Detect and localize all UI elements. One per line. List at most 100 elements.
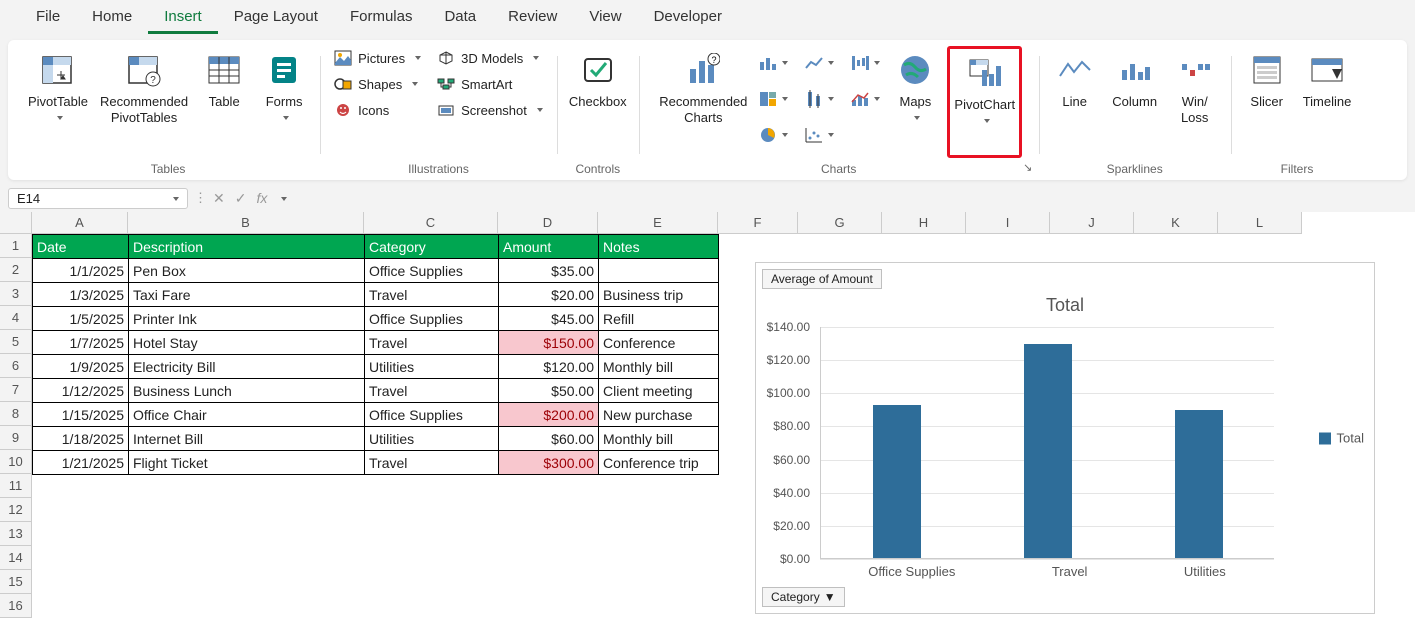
row-header-5[interactable]: 5: [0, 330, 32, 354]
cell[interactable]: Office Supplies: [365, 403, 499, 427]
cell[interactable]: Monthly bill: [599, 355, 719, 379]
cell[interactable]: Travel: [365, 379, 499, 403]
cell[interactable]: 1/15/2025: [33, 403, 129, 427]
cell[interactable]: Client meeting: [599, 379, 719, 403]
cells-area[interactable]: DateDescriptionCategoryAmountNotes 1/1/2…: [32, 234, 1415, 618]
cell[interactable]: New purchase: [599, 403, 719, 427]
row-header-3[interactable]: 3: [0, 282, 32, 306]
col-header-K[interactable]: K: [1134, 212, 1218, 234]
cell[interactable]: $150.00: [499, 331, 599, 355]
bar-office-supplies[interactable]: [873, 405, 921, 558]
table-row[interactable]: 1/18/2025Internet BillUtilities$60.00Mon…: [33, 427, 719, 451]
charts-dialog-launcher[interactable]: ↘: [1021, 160, 1035, 174]
col-header-D[interactable]: D: [498, 212, 598, 234]
table-row[interactable]: 1/15/2025Office ChairOffice Supplies$200…: [33, 403, 719, 427]
menu-review[interactable]: Review: [492, 2, 573, 34]
table-row[interactable]: 1/21/2025Flight TicketTravel$300.00Confe…: [33, 451, 719, 475]
screenshot-button[interactable]: Screenshot: [431, 98, 549, 122]
cell[interactable]: Utilities: [365, 355, 499, 379]
cell[interactable]: Printer Ink: [129, 307, 365, 331]
pivottable-button[interactable]: PivotTable: [24, 46, 92, 158]
line-chart-button[interactable]: [801, 46, 837, 80]
cell[interactable]: $20.00: [499, 283, 599, 307]
cell[interactable]: 1/21/2025: [33, 451, 129, 475]
cancel-formula-button[interactable]: ✕: [213, 190, 225, 207]
recommended-pivottables-button[interactable]: ? Recommended PivotTables: [96, 46, 192, 158]
cell[interactable]: [599, 259, 719, 283]
cell[interactable]: Hotel Stay: [129, 331, 365, 355]
row-header-1[interactable]: 1: [0, 234, 32, 258]
cell[interactable]: $120.00: [499, 355, 599, 379]
cell[interactable]: $35.00: [499, 259, 599, 283]
menu-developer[interactable]: Developer: [638, 2, 738, 34]
combo-chart-button[interactable]: [847, 82, 883, 116]
row-header-13[interactable]: 13: [0, 522, 32, 546]
cell[interactable]: Office Chair: [129, 403, 365, 427]
pivot-chart[interactable]: Average of Amount Total $0.00$20.00$40.0…: [755, 262, 1375, 614]
sparkline-column-button[interactable]: Column: [1107, 46, 1163, 158]
table-row[interactable]: 1/3/2025Taxi FareTravel$20.00Business tr…: [33, 283, 719, 307]
col-header-L[interactable]: L: [1218, 212, 1302, 234]
col-header-B[interactable]: B: [128, 212, 364, 234]
row-header-14[interactable]: 14: [0, 546, 32, 570]
menu-file[interactable]: File: [20, 2, 76, 34]
cell[interactable]: $300.00: [499, 451, 599, 475]
cell[interactable]: $45.00: [499, 307, 599, 331]
recommended-charts-button[interactable]: ? Recommended Charts: [655, 46, 751, 158]
pivotchart-button[interactable]: PivotChart: [947, 46, 1022, 158]
cell[interactable]: 1/9/2025: [33, 355, 129, 379]
shapes-button[interactable]: Shapes: [328, 72, 427, 96]
row-header-15[interactable]: 15: [0, 570, 32, 594]
row-header-16[interactable]: 16: [0, 594, 32, 618]
cell[interactable]: Business Lunch: [129, 379, 365, 403]
name-box[interactable]: E14: [8, 188, 188, 209]
forms-button[interactable]: Forms: [256, 46, 312, 158]
sparkline-winloss-button[interactable]: Win/ Loss: [1167, 46, 1223, 158]
col-header-C[interactable]: C: [364, 212, 498, 234]
bar-utilities[interactable]: [1175, 410, 1223, 559]
table-row[interactable]: 1/7/2025Hotel StayTravel$150.00Conferenc…: [33, 331, 719, 355]
cell[interactable]: Pen Box: [129, 259, 365, 283]
table-row[interactable]: 1/1/2025Pen BoxOffice Supplies$35.00: [33, 259, 719, 283]
cell[interactable]: Flight Ticket: [129, 451, 365, 475]
chart-legend[interactable]: Total: [1319, 431, 1364, 446]
table-row[interactable]: 1/5/2025Printer InkOffice Supplies$45.00…: [33, 307, 719, 331]
pie-chart-button[interactable]: [755, 118, 791, 152]
row-header-9[interactable]: 9: [0, 426, 32, 450]
col-header-I[interactable]: I: [966, 212, 1050, 234]
spreadsheet-grid[interactable]: ABCDEFGHIJKL 12345678910111213141516 Dat…: [0, 212, 1415, 629]
plot-area[interactable]: [820, 327, 1274, 559]
waterfall-chart-button[interactable]: [847, 46, 883, 80]
cell[interactable]: 1/7/2025: [33, 331, 129, 355]
cell[interactable]: Internet Bill: [129, 427, 365, 451]
row-header-12[interactable]: 12: [0, 498, 32, 522]
formula-input[interactable]: [293, 191, 1407, 206]
cell[interactable]: Conference: [599, 331, 719, 355]
smartart-button[interactable]: SmartArt: [431, 72, 549, 96]
sparkline-line-button[interactable]: Line: [1047, 46, 1103, 158]
cell[interactable]: Taxi Fare: [129, 283, 365, 307]
bar-travel[interactable]: [1024, 344, 1072, 559]
icons-button[interactable]: Icons: [328, 98, 427, 122]
cell[interactable]: Office Supplies: [365, 259, 499, 283]
menu-data[interactable]: Data: [428, 2, 492, 34]
menu-home[interactable]: Home: [76, 2, 148, 34]
col-header-A[interactable]: A: [32, 212, 128, 234]
table-button[interactable]: Table: [196, 46, 252, 158]
row-header-11[interactable]: 11: [0, 474, 32, 498]
cell[interactable]: Travel: [365, 451, 499, 475]
values-field-pill[interactable]: Average of Amount: [762, 269, 882, 289]
row-header-6[interactable]: 6: [0, 354, 32, 378]
cell[interactable]: 1/3/2025: [33, 283, 129, 307]
cell[interactable]: 1/1/2025: [33, 259, 129, 283]
enter-formula-button[interactable]: ✓: [235, 190, 247, 207]
3d-models-button[interactable]: 3D Models: [431, 46, 549, 70]
cell[interactable]: Travel: [365, 331, 499, 355]
timeline-button[interactable]: Timeline: [1299, 46, 1356, 158]
cell[interactable]: $200.00: [499, 403, 599, 427]
slicer-button[interactable]: Slicer: [1239, 46, 1295, 158]
axis-field-pill[interactable]: Category ▼: [762, 587, 845, 607]
menu-page-layout[interactable]: Page Layout: [218, 2, 334, 34]
table-row[interactable]: 1/9/2025Electricity BillUtilities$120.00…: [33, 355, 719, 379]
cell[interactable]: 1/12/2025: [33, 379, 129, 403]
